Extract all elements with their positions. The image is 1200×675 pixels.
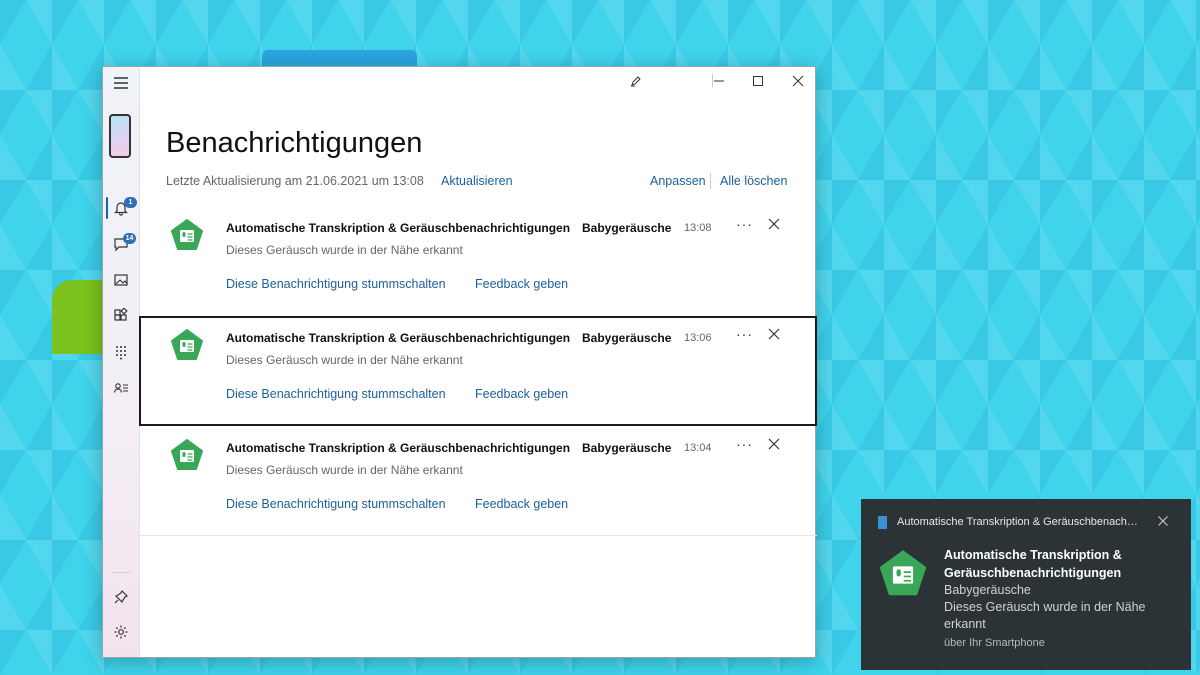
mute-notification-link[interactable]: Diese Benachrichtigung stummschalten (226, 277, 446, 291)
notification-card[interactable]: Automatische Transkription & Geräuschben… (139, 316, 817, 426)
photos-icon (114, 274, 128, 286)
dismiss-notification-icon[interactable] (767, 217, 781, 231)
toast-footer: über Ihr Smartphone (944, 637, 1045, 649)
apps-icon (114, 308, 128, 321)
toast-subtitle: Babygeräusche (944, 583, 1031, 597)
toast-title: Automatische Transkription & Geräuschben… (944, 548, 1122, 580)
desktop-decoration-green (52, 280, 104, 354)
notification-subtitle: Babygeräusche (582, 331, 672, 345)
close-window-button[interactable] (783, 70, 813, 92)
sidebar: 1 14 (103, 67, 140, 657)
notification-time: 13:04 (684, 442, 712, 454)
toast-body: Dieses Geräusch wurde in der Nähe erkann… (944, 600, 1146, 631)
maximize-button[interactable] (743, 70, 773, 92)
sound-notification-app-icon (879, 550, 927, 596)
page-title: Benachrichtigungen (166, 127, 423, 159)
phone-link-window: 1 14 Benachrichtigungen Letzte Aktualisi… (102, 66, 817, 658)
minimize-button[interactable] (704, 70, 734, 92)
sound-notification-app-icon (171, 219, 203, 250)
notification-body: Dieses Geräusch wurde in der Nähe erkann… (226, 463, 463, 477)
dismiss-notification-icon[interactable] (767, 437, 781, 451)
dismiss-notification-icon[interactable] (767, 327, 781, 341)
mute-notification-link[interactable]: Diese Benachrichtigung stummschalten (226, 387, 446, 401)
toast-app-header: Automatische Transkription & Geräuschben… (897, 516, 1138, 528)
notification-app-name: Automatische Transkription & Geräuschben… (226, 221, 571, 235)
dialpad-icon (116, 346, 126, 360)
messages-badge: 14 (123, 233, 136, 244)
clear-all-link[interactable]: Alle löschen (720, 174, 787, 188)
pin-icon[interactable] (103, 583, 139, 611)
more-options-button[interactable]: ··· (736, 216, 753, 232)
sidebar-item-calls[interactable] (103, 338, 139, 366)
sidebar-divider (111, 572, 131, 573)
notification-time: 13:08 (684, 222, 712, 234)
notification-app-name: Automatische Transkription & Geräuschben… (226, 441, 571, 455)
menu-icon[interactable] (103, 69, 139, 97)
sidebar-item-messages[interactable]: 14 (103, 230, 139, 258)
notification-card[interactable]: Automatische Transkription & Geräuschben… (139, 206, 817, 316)
feedback-pen-icon[interactable] (621, 70, 651, 92)
more-options-button[interactable]: ··· (736, 436, 753, 452)
toast-notification[interactable]: Automatische Transkription & Geräuschben… (861, 499, 1191, 670)
more-options-button[interactable]: ··· (736, 326, 753, 342)
sidebar-item-photos[interactable] (103, 266, 139, 294)
customize-link[interactable]: Anpassen (650, 174, 706, 188)
title-bar (139, 67, 815, 95)
refresh-link[interactable]: Aktualisieren (441, 174, 513, 188)
notification-time: 13:06 (684, 332, 712, 344)
notification-card[interactable]: Automatische Transkription & Geräuschben… (139, 426, 817, 536)
contacts-icon (113, 383, 128, 393)
phone-link-icon (878, 516, 887, 529)
notification-subtitle: Babygeräusche (582, 221, 672, 235)
sound-notification-app-icon (171, 329, 203, 360)
gear-icon[interactable] (103, 618, 139, 646)
sound-notification-app-icon (171, 439, 203, 470)
give-feedback-link[interactable]: Feedback geben (475, 387, 568, 401)
toast-close-icon[interactable] (1157, 515, 1169, 527)
link-separator (710, 173, 711, 189)
notification-app-name: Automatische Transkription & Geräuschben… (226, 331, 571, 345)
notifications-badge: 1 (124, 197, 137, 208)
notification-body: Dieses Geräusch wurde in der Nähe erkann… (226, 243, 463, 257)
sidebar-item-notifications[interactable]: 1 (103, 194, 139, 222)
phone-screen-icon[interactable] (109, 114, 131, 158)
last-update-text: Letzte Aktualisierung am 21.06.2021 um 1… (166, 174, 424, 188)
sidebar-item-apps[interactable] (103, 302, 139, 330)
give-feedback-link[interactable]: Feedback geben (475, 497, 568, 511)
notification-body: Dieses Geräusch wurde in der Nähe erkann… (226, 353, 463, 367)
mute-notification-link[interactable]: Diese Benachrichtigung stummschalten (226, 497, 446, 511)
give-feedback-link[interactable]: Feedback geben (475, 277, 568, 291)
sidebar-item-contacts[interactable] (103, 374, 139, 402)
notification-subtitle: Babygeräusche (582, 441, 672, 455)
